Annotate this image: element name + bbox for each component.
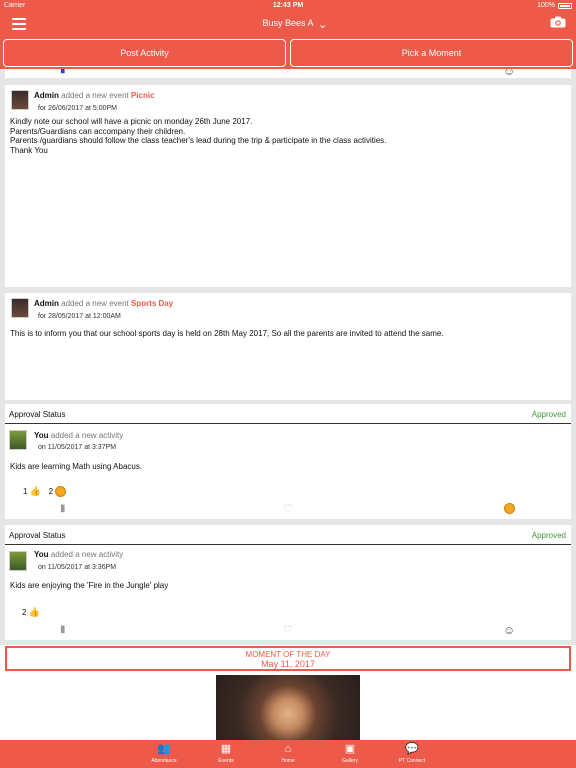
post-body-line: Thank You [10,145,48,155]
approval-header: Approval Status Approved [5,525,571,545]
like-count: 2 [22,608,27,617]
activity-post-card: Approval Status Approved You added a new… [5,525,571,640]
post-body-line: Kindly note our school will have a picni… [10,117,253,126]
class-title[interactable]: Busy Bees A [0,18,576,28]
approval-label: Approval Status [9,531,66,540]
post-body-line: Kids are enjoying the 'Fire in the Jungl… [10,581,169,590]
smile-emoji-icon [55,486,67,497]
moment-photo[interactable] [216,675,360,740]
bottom-tab-bar: 👥 Attendance ▦ Events ⌂ Home ▣ Gallery 💬… [0,740,576,768]
post-action: added a new activity [50,550,124,559]
post-header: Admin added a new event Picnic [34,91,155,100]
post-header: You added a new activity [34,431,123,440]
like-icon[interactable]: ▮ [60,503,66,514]
approval-status: Approved [531,531,566,540]
avatar [9,551,27,571]
post-author: You [34,550,49,559]
action-bar: Post Activity Pick a Moment [0,38,576,69]
approval-header: Approval Status Approved [5,404,571,424]
tab-label: Attendance [151,758,177,764]
smile-icon[interactable] [504,503,515,514]
battery-indicator: 100% [537,2,572,9]
activity-post-card: Approval Status Approved You added a new… [5,404,571,519]
post-action: added a new event [61,91,129,100]
post-author: You [34,431,49,440]
people-icon: 👥 [157,743,171,755]
moment-date: May 11, 2017 [261,659,315,669]
event-post-card: Admin added a new event Picnic for 26/06… [5,85,571,287]
activity-feed[interactable]: ▮ ♡ ☺ Admin added a new event Picnic for… [0,69,576,740]
tab-home[interactable]: ⌂ Home [268,740,308,768]
battery-percent: 100% [537,2,555,9]
calendar-icon: ▦ [220,743,232,755]
post-body-line: Parents/Guardians can accompany their ch… [10,126,186,136]
tab-events[interactable]: ▦ Events [206,740,246,768]
post-body: Kids are enjoying the 'Fire in the Jungl… [10,581,168,591]
approval-label: Approval Status [9,410,66,419]
moment-header: MOMENT OF THE DAY May 11, 2017 [5,646,571,671]
post-date: for 26/06/2017 at 5:00PM [38,105,117,112]
reaction-row: ▮ ♡ [5,503,571,517]
home-icon: ⌂ [284,743,292,755]
status-bar: Carrier 12:43 PM 100% [0,0,576,12]
reaction-counts: 1 👍 2 [23,486,67,497]
post-body-line: This is to inform you that our school sp… [10,329,444,338]
chevron-down-icon[interactable]: ⌄ [318,18,327,31]
avatar [11,90,29,110]
post-body: This is to inform you that our school sp… [10,329,444,339]
avatar [11,298,29,318]
clock: 12:43 PM [272,2,304,9]
like-icon[interactable]: ▮ [60,69,66,75]
post-date: for 28/05/2017 at 12:00AM [38,313,121,320]
heart-icon[interactable]: ♡ [283,623,293,636]
smile-icon[interactable]: ☺ [503,623,515,637]
feed-card-partial: ▮ ♡ ☺ [5,69,571,78]
post-body: Kids are learning Math using Abacus. [10,462,142,472]
reaction-counts: 2 👍 [22,607,40,618]
smile-count: 2 [48,487,54,496]
thumbs-up-icon: 👍 [28,607,40,617]
tab-pt-connect[interactable]: 💬 PT Connect [392,740,432,768]
chat-icon: 💬 [405,743,419,755]
post-action: added a new activity [50,431,124,440]
like-count: 1 [23,487,28,496]
moment-of-the-day-card: MOMENT OF THE DAY May 11, 2017 [0,645,576,740]
battery-icon [558,2,572,9]
like-icon[interactable]: ▮ [60,624,66,635]
thumbs-up-icon: 👍 [29,486,41,496]
tab-label: Home [281,758,295,764]
post-body-line: Parents /guardians should follow the cla… [10,136,387,145]
approval-status: Approved [531,410,566,419]
moment-title: MOMENT OF THE DAY [245,650,331,659]
post-date: on 11/05/2017 at 3:36PM [38,564,117,571]
heart-icon[interactable]: ♡ [283,502,293,515]
avatar [9,430,27,450]
heart-icon[interactable]: ♡ [283,69,293,76]
top-navbar: Busy Bees A ⌄ [0,12,576,38]
smile-icon[interactable]: ☺ [503,69,515,78]
post-author: Admin [34,299,59,308]
tab-label: Gallery [342,758,358,764]
post-date: on 11/05/2017 at 3:37PM [38,444,117,451]
post-activity-button[interactable]: Post Activity [3,39,286,67]
pick-moment-button[interactable]: Pick a Moment [290,39,573,67]
post-header: Admin added a new event Sports Day [34,299,173,308]
post-body-line: Kids are learning Math using Abacus. [10,462,143,471]
reaction-row: ▮ ♡ ☺ [5,623,571,638]
camera-icon[interactable] [550,16,566,28]
tab-gallery[interactable]: ▣ Gallery [330,740,370,768]
tab-attendance[interactable]: 👥 Attendance [144,740,184,768]
tab-label: PT Connect [398,758,426,764]
event-link[interactable]: Picnic [131,91,155,100]
post-body: Kindly note our school will have a picni… [10,117,386,155]
post-author: Admin [34,91,59,100]
post-action: added a new event [61,299,129,308]
post-header: You added a new activity [34,550,123,559]
tab-label: Events [218,758,234,764]
image-icon: ▣ [344,743,356,755]
event-link[interactable]: Sports Day [131,299,173,308]
event-post-card: Admin added a new event Sports Day for 2… [5,293,571,400]
